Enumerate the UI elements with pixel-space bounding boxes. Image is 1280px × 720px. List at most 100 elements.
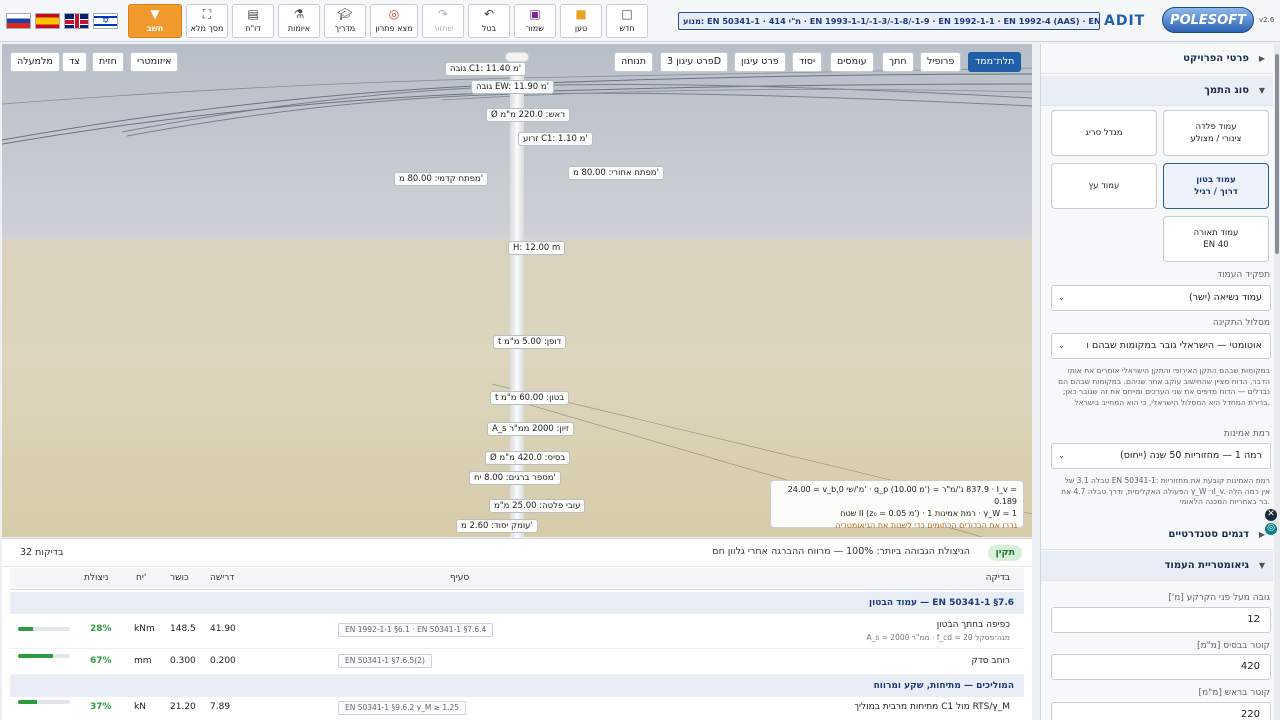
standards-engine-label: מנוע: EN 50341-1 · ת"י 414 · EN 1993-1-1…: [678, 12, 1100, 30]
header-clause: סעיף: [450, 573, 470, 583]
status-badge: תקין: [988, 545, 1022, 561]
dim-span-front[interactable]: מפתח קדמי: 80.00 מ': [394, 172, 489, 186]
close-overlay-icon[interactable]: ✕: [1265, 509, 1277, 521]
table-row[interactable]: רוחב סדק EN 50341-1 §7.6.5(2) 0.200 0.30…: [10, 649, 1024, 675]
reliability-select[interactable]: ⌄ רמה 1 — מחזוריות 50 שנה (ייחוס): [1051, 443, 1271, 469]
utilization-bar: [18, 700, 70, 704]
tab-anchor-3d[interactable]: פרט עיגון 3D: [660, 52, 729, 72]
chevron-down-icon: ▼: [1258, 561, 1265, 570]
calculate-icon: ▼: [150, 7, 160, 21]
dim-concrete-thickness[interactable]: t בטון: 60.00 מ"מ: [490, 391, 570, 405]
chevron-right-icon: ▶: [1258, 54, 1265, 63]
tab-profile[interactable]: פרופיל: [920, 52, 962, 72]
camera-top-button[interactable]: מלמעלה: [10, 52, 60, 72]
dim-height-c1[interactable]: גובה C1: 11.40 מ': [445, 62, 527, 76]
tab-plan[interactable]: תנוחה: [614, 52, 654, 72]
dim-arm-c1[interactable]: זרוע C1: 1.10 מ': [518, 132, 593, 146]
height-input[interactable]: 12: [1051, 607, 1271, 633]
russian-flag-icon[interactable]: [6, 13, 31, 29]
card-wood-pole[interactable]: עמוד עץ: [1051, 163, 1157, 209]
tab-foundation[interactable]: יסוד: [792, 52, 823, 72]
wind-line-2: שטח II (z₀ = 0.05 מ') · רמת אמינות 1 · γ…: [840, 509, 1017, 518]
chevron-down-icon: ⌄: [1058, 293, 1065, 302]
pole-top-cap[interactable]: [505, 52, 529, 62]
track-note: במקומות שבהם התקן האירופי והתקן הישראלי …: [1058, 366, 1270, 407]
side-panel-scrollbar[interactable]: [1274, 44, 1280, 720]
save-button[interactable]: ▣ שמור: [514, 4, 556, 38]
role-select[interactable]: ⌄ עמוד נשיאה (ישר): [1051, 285, 1271, 311]
report-button[interactable]: ▤ דו"ח: [232, 4, 274, 38]
card-steel-pole[interactable]: עמוד פלדה צינורי / מצולע: [1163, 110, 1269, 156]
standard-examples-header[interactable]: ▶ דגמים סטנדרטיים: [1041, 520, 1273, 550]
utilization-bar: [18, 654, 70, 658]
project-details-header[interactable]: ▶ פרטי הפרויקט: [1041, 44, 1273, 74]
wind-info-panel: 24.00 = v_b,0 מ'/שי' · q_p (10.00 מ') = …: [770, 480, 1024, 530]
dim-height-ew[interactable]: גובה EW: 11.90 מ': [471, 80, 555, 94]
clause-tag: EN 1992-1-1 §6.1 · EN 50341-1 §7.6.4: [338, 623, 494, 637]
tab-loads[interactable]: עומסים: [830, 52, 874, 72]
dim-top-diameter[interactable]: Ø ראש: 220.0 מ"מ: [486, 108, 570, 122]
english-flag-icon[interactable]: [64, 13, 89, 29]
camera-front-button[interactable]: חזית: [92, 52, 124, 72]
dim-foundation-depth[interactable]: עומק יסוד: 2.60 מ': [456, 519, 538, 533]
dim-height[interactable]: H: 12.00 m: [508, 241, 566, 255]
tab-3d[interactable]: תלת־ממד: [968, 52, 1022, 72]
graduation-cap-icon: 🎓︎: [337, 7, 353, 21]
dim-wall-thickness[interactable]: t דופן: 5.00 מ"מ: [493, 335, 567, 349]
3d-viewport[interactable]: תנוחה פרט עיגון 3D פרט עיגון יסוד עומסים…: [2, 44, 1032, 537]
chevron-down-icon: ⌄: [1058, 451, 1065, 460]
chevron-right-icon: ▶: [1258, 530, 1265, 539]
camera-isometric-button[interactable]: איזומטרי: [130, 52, 179, 72]
clause-tag: EN 50341-1 §9.6.2 γ_M ≥ 1.25: [338, 701, 467, 715]
dim-plate-thickness[interactable]: עובי פלטה: 25.00 מ"מ: [489, 499, 586, 513]
dim-span-back[interactable]: מפתח אחורי: 80.00 מ': [568, 166, 664, 180]
guide-button[interactable]: 🎓︎ מדריך: [324, 4, 366, 38]
dim-bolt-count[interactable]: מספר ברגים: 8.00 יח': [469, 471, 561, 485]
fullscreen-button[interactable]: ⛶ מסך מלא: [186, 4, 228, 38]
checks-table-header: בדיקה סעיף דרישה כושר יח' ניצולת: [10, 568, 1024, 590]
table-row[interactable]: מתיחות מרבית במוליך C1 מול RTS/γ_M EN 50…: [10, 698, 1024, 720]
camera-side-button[interactable]: צד: [62, 52, 87, 72]
adit-logo: ADIT: [1104, 13, 1146, 29]
reliability-note: טבלה 3.1 של EN 50341-1: רמת האמינות קובע…: [1061, 476, 1270, 506]
load-button[interactable]: ■ טען: [560, 4, 602, 38]
language-flags: [6, 13, 118, 29]
checks-button[interactable]: ⚗ איומות: [278, 4, 320, 38]
clause-tag: EN 50341-1 §7.6.5(2): [338, 654, 432, 668]
wind-line-1: 24.00 = v_b,0 מ'/שי' · q_p (10.00 מ') = …: [787, 485, 1017, 506]
track-select[interactable]: ⌄ אוטומטי — הישראלי גובר במקומות שבהם ו: [1051, 333, 1271, 359]
undo-button[interactable]: ↶ בטל: [468, 4, 510, 38]
target-tool-icon[interactable]: ◎: [1265, 523, 1277, 535]
base-diameter-input[interactable]: 420: [1051, 654, 1271, 680]
microscope-icon: ⚗: [293, 7, 305, 21]
hebrew-flag-icon[interactable]: [93, 13, 118, 29]
card-lattice-tower[interactable]: מגדל סריג: [1051, 110, 1157, 156]
base-diameter-label: קוטר בבסיס [מ"מ]: [1197, 641, 1270, 651]
reliability-label: רמת אמינות: [1223, 429, 1270, 439]
track-label: מסלול התקינה: [1212, 318, 1270, 328]
tab-section[interactable]: חתך: [882, 52, 914, 72]
calculate-button[interactable]: ▼ חשב: [128, 4, 182, 38]
utilization-bar: [18, 627, 70, 631]
support-type-header[interactable]: ▼ סוג התמך: [1041, 76, 1273, 106]
redo-icon: ↷: [437, 7, 449, 21]
top-diameter-label: קוטר בראש [מ"מ]: [1198, 688, 1270, 698]
header-check: בדיקה: [985, 573, 1010, 583]
spanish-flag-icon[interactable]: [35, 13, 60, 29]
card-concrete-pole[interactable]: עמוד בטון דרוך / רגיל: [1163, 163, 1269, 209]
redo-button[interactable]: ↷ שחזור: [422, 4, 464, 38]
dim-rebar-area[interactable]: A_s זיון: 2000 ממ"ר: [487, 422, 574, 436]
chevron-down-icon: ⌄: [1058, 341, 1065, 350]
drag-hint: גררו את הכדורים הכתומים כדי לשנות את הגי…: [835, 521, 1017, 530]
header-utilization: ניצולת: [84, 573, 109, 583]
chevron-down-icon: ▼: [1258, 86, 1265, 95]
geometry-header[interactable]: ▼ גיאומטריית העמוד: [1041, 551, 1273, 581]
card-lighting-pole[interactable]: עמוד תאורה EN 40: [1163, 216, 1269, 262]
top-diameter-input[interactable]: 220: [1051, 702, 1271, 720]
new-button[interactable]: □ חדש: [606, 4, 648, 38]
dim-base-diameter[interactable]: Ø בסיס: 420.0 מ"מ: [485, 451, 571, 465]
version-label: v2.6: [1259, 16, 1275, 24]
tab-anchor-detail[interactable]: פרט עיגון: [734, 52, 786, 72]
find-solution-button[interactable]: ◎ מצא פתרון: [370, 4, 418, 38]
table-row[interactable]: כפיפה בחתך הבטון A_s = 2000 ממ"ר · f_cd …: [10, 615, 1024, 649]
